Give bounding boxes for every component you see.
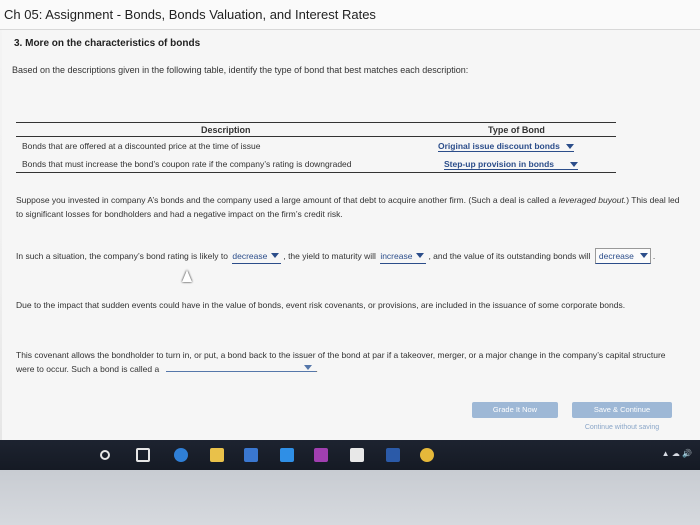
- situation-paragraph: In such a situation, the company’s bond …: [16, 248, 686, 264]
- covenant-end: .: [315, 364, 318, 374]
- bond-type-dropdown-2[interactable]: Step-up provision in bonds: [444, 159, 579, 170]
- table-row: Bonds that are offered at a discounted p…: [16, 137, 616, 155]
- dropdown-value: decrease: [232, 251, 268, 261]
- situation-text-4: .: [652, 251, 656, 261]
- bond-value-dropdown[interactable]: decrease: [594, 248, 651, 264]
- covenant-paragraph: This covenant allows the bondholder to t…: [16, 348, 686, 376]
- situation-text-2: , the yield to maturity will: [283, 251, 376, 261]
- window-titlebar: Ch 05: Assignment - Bonds, Bonds Valuati…: [0, 0, 700, 30]
- browser-window: Ch 05: Assignment - Bonds, Bonds Valuati…: [0, 0, 700, 440]
- scenario-text: Suppose you invested in company A’s bond…: [16, 195, 559, 205]
- save-continue-button[interactable]: Save & Continue: [572, 402, 672, 418]
- chevron-down-icon: [271, 253, 280, 258]
- situation-text-1: In such a situation, the company’s bond …: [16, 251, 228, 261]
- header-type: Type of Bond: [488, 125, 545, 135]
- row-description: Bonds that are offered at a discounted p…: [22, 141, 261, 151]
- dropbox-icon[interactable]: [280, 448, 294, 462]
- chevron-down-icon: [303, 365, 312, 370]
- bond-type-dropdown-1[interactable]: Original issue discount bonds: [438, 141, 574, 152]
- bond-type-table: Description Type of Bond Bonds that are …: [16, 122, 616, 173]
- scenario-paragraph: Suppose you invested in company A’s bond…: [16, 193, 686, 221]
- scenario-italic: leveraged buyout.: [558, 195, 627, 205]
- dropdown-value: increase: [380, 251, 413, 261]
- instruction-text: Based on the descriptions given in the f…: [12, 65, 469, 75]
- bond-rating-dropdown[interactable]: decrease: [232, 249, 282, 264]
- system-tray[interactable]: ▲ ☁ 🔊: [662, 449, 692, 458]
- assignment-panel: 3. More on the characteristics of bonds …: [2, 30, 700, 440]
- task-view-icon[interactable]: [136, 448, 150, 462]
- dropdown-value: Original issue discount bonds: [438, 141, 560, 151]
- dropdown-value: decrease: [598, 251, 634, 261]
- row-description: Bonds that must increase the bond’s coup…: [22, 159, 352, 169]
- table-row: Bonds that must increase the bond’s coup…: [16, 155, 616, 173]
- chevron-down-icon: [416, 253, 425, 258]
- edge-icon[interactable]: [174, 448, 188, 462]
- chevron-down-icon: [565, 144, 574, 149]
- dropdown-value: Step-up provision in bonds: [444, 159, 555, 169]
- chrome-icon[interactable]: [420, 448, 434, 462]
- window-title: Ch 05: Assignment - Bonds, Bonds Valuati…: [4, 7, 376, 22]
- bond-name-dropdown[interactable]: [165, 362, 316, 372]
- yield-dropdown[interactable]: increase: [380, 249, 427, 264]
- section-heading: 3. More on the characteristics of bonds: [14, 38, 201, 49]
- monitor-bezel: [0, 470, 700, 525]
- header-description: Description: [201, 125, 251, 135]
- grade-it-now-button[interactable]: Grade It Now: [472, 402, 558, 418]
- covenant-text: This covenant allows the bondholder to t…: [16, 350, 666, 374]
- continue-without-saving-link[interactable]: Continue without saving: [572, 424, 672, 431]
- onenote-icon[interactable]: [314, 448, 328, 462]
- chevron-down-icon: [639, 253, 648, 258]
- store-icon[interactable]: [244, 448, 258, 462]
- word-icon[interactable]: [386, 448, 400, 462]
- windows-taskbar: ▲ ☁ 🔊: [0, 440, 700, 470]
- mail-icon[interactable]: [350, 448, 364, 462]
- chevron-down-icon: [570, 162, 579, 167]
- table-header: Description Type of Bond: [16, 123, 616, 137]
- mouse-cursor-icon: [182, 270, 192, 282]
- file-explorer-icon[interactable]: [210, 448, 224, 462]
- situation-text-3: , and the value of its outstanding bonds…: [428, 251, 591, 261]
- search-icon[interactable]: [100, 450, 110, 460]
- events-paragraph: Due to the impact that sudden events cou…: [16, 300, 626, 310]
